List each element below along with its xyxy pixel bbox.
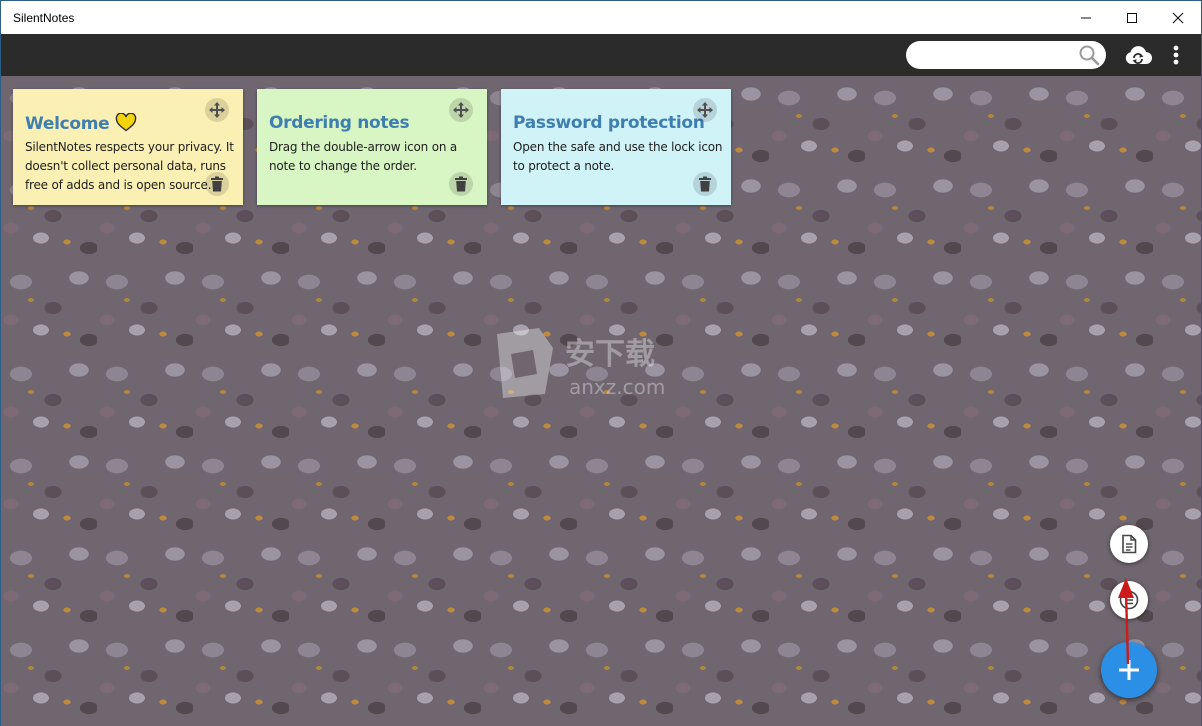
move-arrows-icon xyxy=(697,102,713,118)
note-body: Open the safe and use the lock icon to p… xyxy=(513,140,723,173)
move-arrows-icon xyxy=(209,102,225,118)
note-title-text: Welcome xyxy=(25,114,110,134)
delete-button[interactable] xyxy=(693,172,717,196)
watermark-logo: 安下载 anxz.com xyxy=(497,328,665,399)
close-icon xyxy=(1172,12,1184,23)
window-title: SilentNotes xyxy=(13,10,75,25)
move-handle[interactable] xyxy=(693,98,717,122)
title-bar: SilentNotes xyxy=(1,1,1201,34)
app-window: SilentNotes 安下载 anxz.com Welcome SilentN… xyxy=(0,0,1202,726)
trash-icon xyxy=(211,176,223,192)
more-vertical-icon xyxy=(1173,45,1179,65)
document-icon xyxy=(1122,534,1137,554)
note-title: Ordering notes xyxy=(269,113,410,133)
note-title: Welcome xyxy=(25,113,137,134)
move-handle[interactable] xyxy=(449,98,473,122)
new-note-button[interactable] xyxy=(1110,525,1148,563)
watermark-cn-text: 安下载 xyxy=(565,337,655,372)
search-icon[interactable] xyxy=(1078,44,1100,66)
search-box xyxy=(906,41,1106,69)
window-controls xyxy=(1063,1,1201,34)
sync-button[interactable] xyxy=(1123,43,1153,69)
note-card[interactable]: Password protection Open the safe and us… xyxy=(501,89,731,205)
minimize-button[interactable] xyxy=(1063,1,1109,34)
delete-button[interactable] xyxy=(205,172,229,196)
annotation-arrow xyxy=(1118,578,1134,665)
minimize-icon xyxy=(1081,17,1091,18)
trash-icon xyxy=(699,176,711,192)
move-arrows-icon xyxy=(453,102,469,118)
maximize-button[interactable] xyxy=(1109,1,1155,34)
more-menu-button[interactable] xyxy=(1167,43,1185,69)
maximize-icon xyxy=(1127,12,1137,23)
search-input[interactable] xyxy=(918,45,1082,67)
note-card[interactable]: Welcome SilentNotes respects your privac… xyxy=(13,89,243,205)
cloud-sync-icon xyxy=(1125,46,1152,64)
move-handle[interactable] xyxy=(205,98,229,122)
heart-icon xyxy=(116,113,137,132)
app-toolbar xyxy=(1,34,1201,76)
note-body: Drag the double-arrow icon on a note to … xyxy=(269,140,458,173)
watermark-latin-text: anxz.com xyxy=(569,375,665,399)
delete-button[interactable] xyxy=(449,172,473,196)
notes-board: 安下载 anxz.com Welcome SilentNotes respect… xyxy=(1,76,1201,726)
close-button[interactable] xyxy=(1155,1,1201,34)
note-card[interactable]: Ordering notes Drag the double-arrow ico… xyxy=(257,89,487,205)
note-title: Password protection xyxy=(513,113,705,133)
trash-icon xyxy=(455,176,467,192)
